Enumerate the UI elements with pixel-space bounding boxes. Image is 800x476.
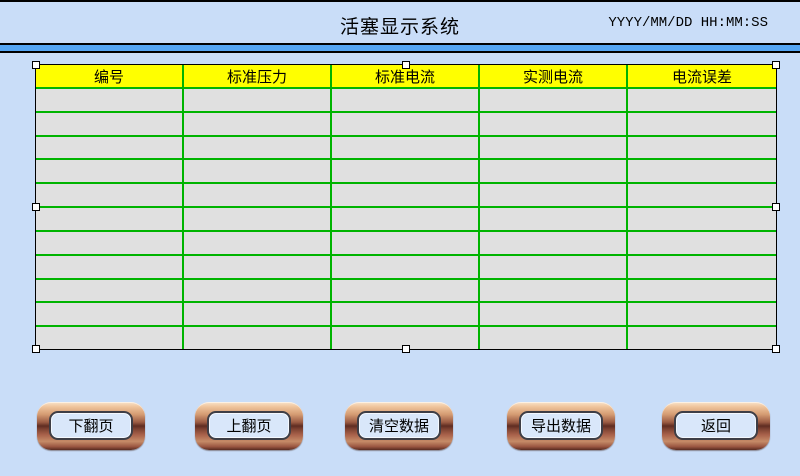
table-cell bbox=[36, 256, 184, 278]
table-cell bbox=[184, 160, 332, 182]
table-cell bbox=[480, 184, 628, 206]
table-row bbox=[36, 280, 776, 304]
table-cell bbox=[628, 89, 776, 111]
table-row bbox=[36, 184, 776, 208]
table-cell bbox=[480, 303, 628, 325]
table-cell bbox=[184, 113, 332, 135]
table-cell bbox=[332, 160, 480, 182]
table-cell bbox=[628, 113, 776, 135]
selection-handle-middle-left[interactable] bbox=[32, 203, 40, 211]
table-row bbox=[36, 256, 776, 280]
table-cell bbox=[628, 232, 776, 254]
table-cell bbox=[184, 280, 332, 302]
datetime-display: YYYY/MM/DD HH:MM:SS bbox=[608, 15, 768, 31]
table-row bbox=[36, 232, 776, 256]
table-row bbox=[36, 137, 776, 161]
table-row bbox=[36, 113, 776, 137]
table-cell bbox=[628, 184, 776, 206]
table-cell bbox=[480, 113, 628, 135]
table-cell bbox=[184, 327, 332, 349]
table-cell bbox=[184, 256, 332, 278]
table-cell bbox=[332, 232, 480, 254]
table-cell bbox=[628, 303, 776, 325]
table-cell bbox=[184, 89, 332, 111]
table-cell bbox=[36, 137, 184, 159]
column-header-measured-current: 实测电流 bbox=[480, 65, 628, 87]
table-cell bbox=[628, 256, 776, 278]
table-cell bbox=[332, 208, 480, 230]
table-row bbox=[36, 89, 776, 113]
table-row bbox=[36, 160, 776, 184]
table-cell bbox=[184, 232, 332, 254]
page-down-button[interactable]: 下翻页 bbox=[37, 402, 145, 450]
selection-handle-top-middle[interactable] bbox=[402, 61, 410, 69]
table-cell bbox=[36, 160, 184, 182]
export-data-button[interactable]: 导出数据 bbox=[507, 402, 615, 450]
page-up-button[interactable]: 上翻页 bbox=[195, 402, 303, 450]
column-header-number: 编号 bbox=[36, 65, 184, 87]
data-table: 编号 标准压力 标准电流 实测电流 电流误差 bbox=[35, 64, 777, 350]
table-cell bbox=[332, 89, 480, 111]
table-cell bbox=[332, 113, 480, 135]
table-cell bbox=[36, 303, 184, 325]
table-cell bbox=[184, 137, 332, 159]
table-cell bbox=[628, 327, 776, 349]
export-data-button-label: 导出数据 bbox=[519, 411, 603, 440]
column-header-current-error: 电流误差 bbox=[628, 65, 776, 87]
table-cell bbox=[480, 256, 628, 278]
table-cell bbox=[184, 303, 332, 325]
table-cell bbox=[628, 160, 776, 182]
table-cell bbox=[36, 232, 184, 254]
clear-data-button[interactable]: 清空数据 bbox=[345, 402, 453, 450]
table-cell bbox=[332, 184, 480, 206]
table-cell bbox=[480, 137, 628, 159]
table-cell bbox=[480, 208, 628, 230]
column-header-standard-pressure: 标准压力 bbox=[184, 65, 332, 87]
table-cell bbox=[36, 184, 184, 206]
table-cell bbox=[36, 208, 184, 230]
back-button-label: 返回 bbox=[674, 411, 758, 440]
selection-handle-top-right[interactable] bbox=[772, 61, 780, 69]
table-cell bbox=[332, 256, 480, 278]
clear-data-button-label: 清空数据 bbox=[357, 411, 441, 440]
table-cell bbox=[480, 232, 628, 254]
table-cell bbox=[184, 208, 332, 230]
table-cell bbox=[36, 327, 184, 349]
table-cell bbox=[332, 303, 480, 325]
table-row bbox=[36, 303, 776, 327]
table-cell bbox=[36, 280, 184, 302]
selection-handle-top-left[interactable] bbox=[32, 61, 40, 69]
back-button[interactable]: 返回 bbox=[662, 402, 770, 450]
table-cell bbox=[184, 184, 332, 206]
table-cell bbox=[480, 89, 628, 111]
table-cell bbox=[332, 137, 480, 159]
page-up-button-label: 上翻页 bbox=[207, 411, 291, 440]
selection-handle-bottom-middle[interactable] bbox=[402, 345, 410, 353]
table-cell bbox=[480, 160, 628, 182]
hmi-screen: 活塞显示系统 YYYY/MM/DD HH:MM:SS 编号 标准压力 标准电流 … bbox=[0, 0, 800, 476]
table-cell bbox=[36, 113, 184, 135]
table-cell bbox=[332, 280, 480, 302]
table-cell bbox=[628, 208, 776, 230]
selection-handle-middle-right[interactable] bbox=[772, 203, 780, 211]
table-cell bbox=[480, 280, 628, 302]
selection-handle-bottom-left[interactable] bbox=[32, 345, 40, 353]
page-down-button-label: 下翻页 bbox=[49, 411, 133, 440]
divider-stripe bbox=[0, 43, 800, 53]
table-cell bbox=[628, 280, 776, 302]
table-cell bbox=[36, 89, 184, 111]
table-row bbox=[36, 208, 776, 232]
table-cell bbox=[480, 327, 628, 349]
selection-handle-bottom-right[interactable] bbox=[772, 345, 780, 353]
table-body bbox=[36, 89, 776, 349]
table-cell bbox=[628, 137, 776, 159]
